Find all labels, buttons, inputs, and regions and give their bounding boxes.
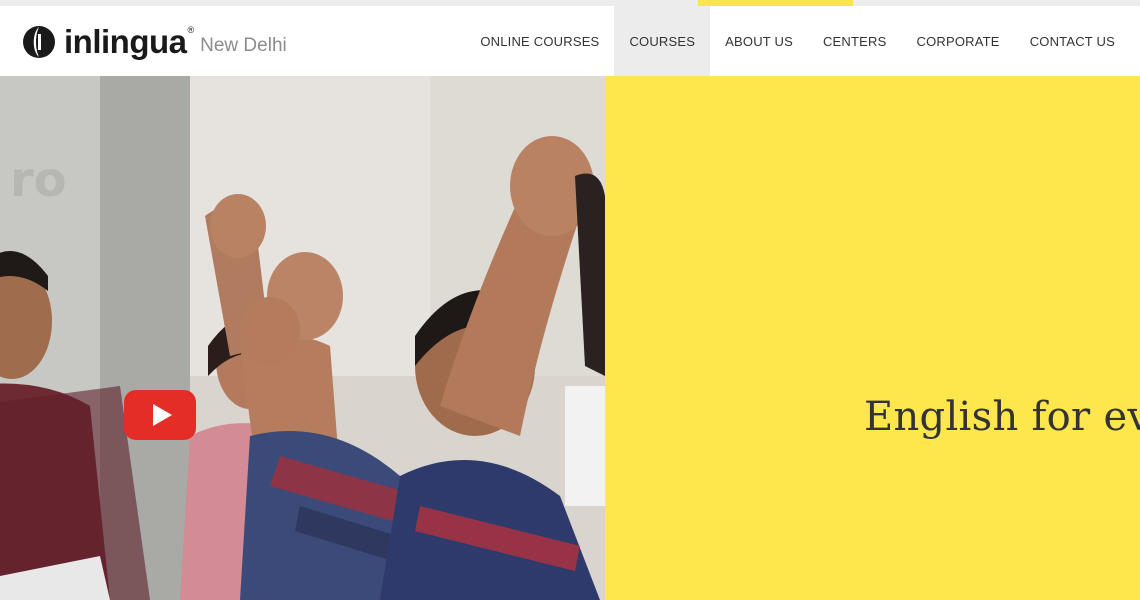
registered-mark: ®	[187, 25, 195, 35]
hero-yellow-panel: English for ever	[605, 76, 1140, 600]
nav-centers[interactable]: CENTERS	[808, 6, 902, 76]
hero-tagline: English for ever	[864, 394, 1140, 440]
main-nav: ONLINE COURSES COURSES ABOUT US CENTERS …	[465, 6, 1130, 76]
city-name: New Delhi	[200, 35, 287, 56]
svg-text:ro: ro	[10, 152, 67, 208]
hero-section: ro English for ev	[0, 76, 1140, 600]
hero-video[interactable]: ro	[0, 76, 605, 600]
youtube-play-icon	[152, 404, 172, 426]
inlingua-logo-icon	[23, 26, 55, 58]
students-cheering-photo: ro	[0, 76, 605, 600]
nav-about-us[interactable]: ABOUT US	[710, 6, 808, 76]
site-logo[interactable]: inlingua ® New Delhi	[22, 20, 287, 64]
nav-contact-us[interactable]: CONTACT US	[1015, 6, 1130, 76]
nav-online-courses[interactable]: ONLINE COURSES	[465, 6, 614, 76]
nav-corporate[interactable]: CORPORATE	[902, 6, 1015, 76]
brand-name: inlingua	[64, 23, 187, 60]
youtube-play-button[interactable]	[124, 390, 196, 440]
site-header: inlingua ® New Delhi ONLINE COURSES COUR…	[0, 6, 1140, 76]
nav-courses[interactable]: COURSES	[614, 6, 711, 76]
